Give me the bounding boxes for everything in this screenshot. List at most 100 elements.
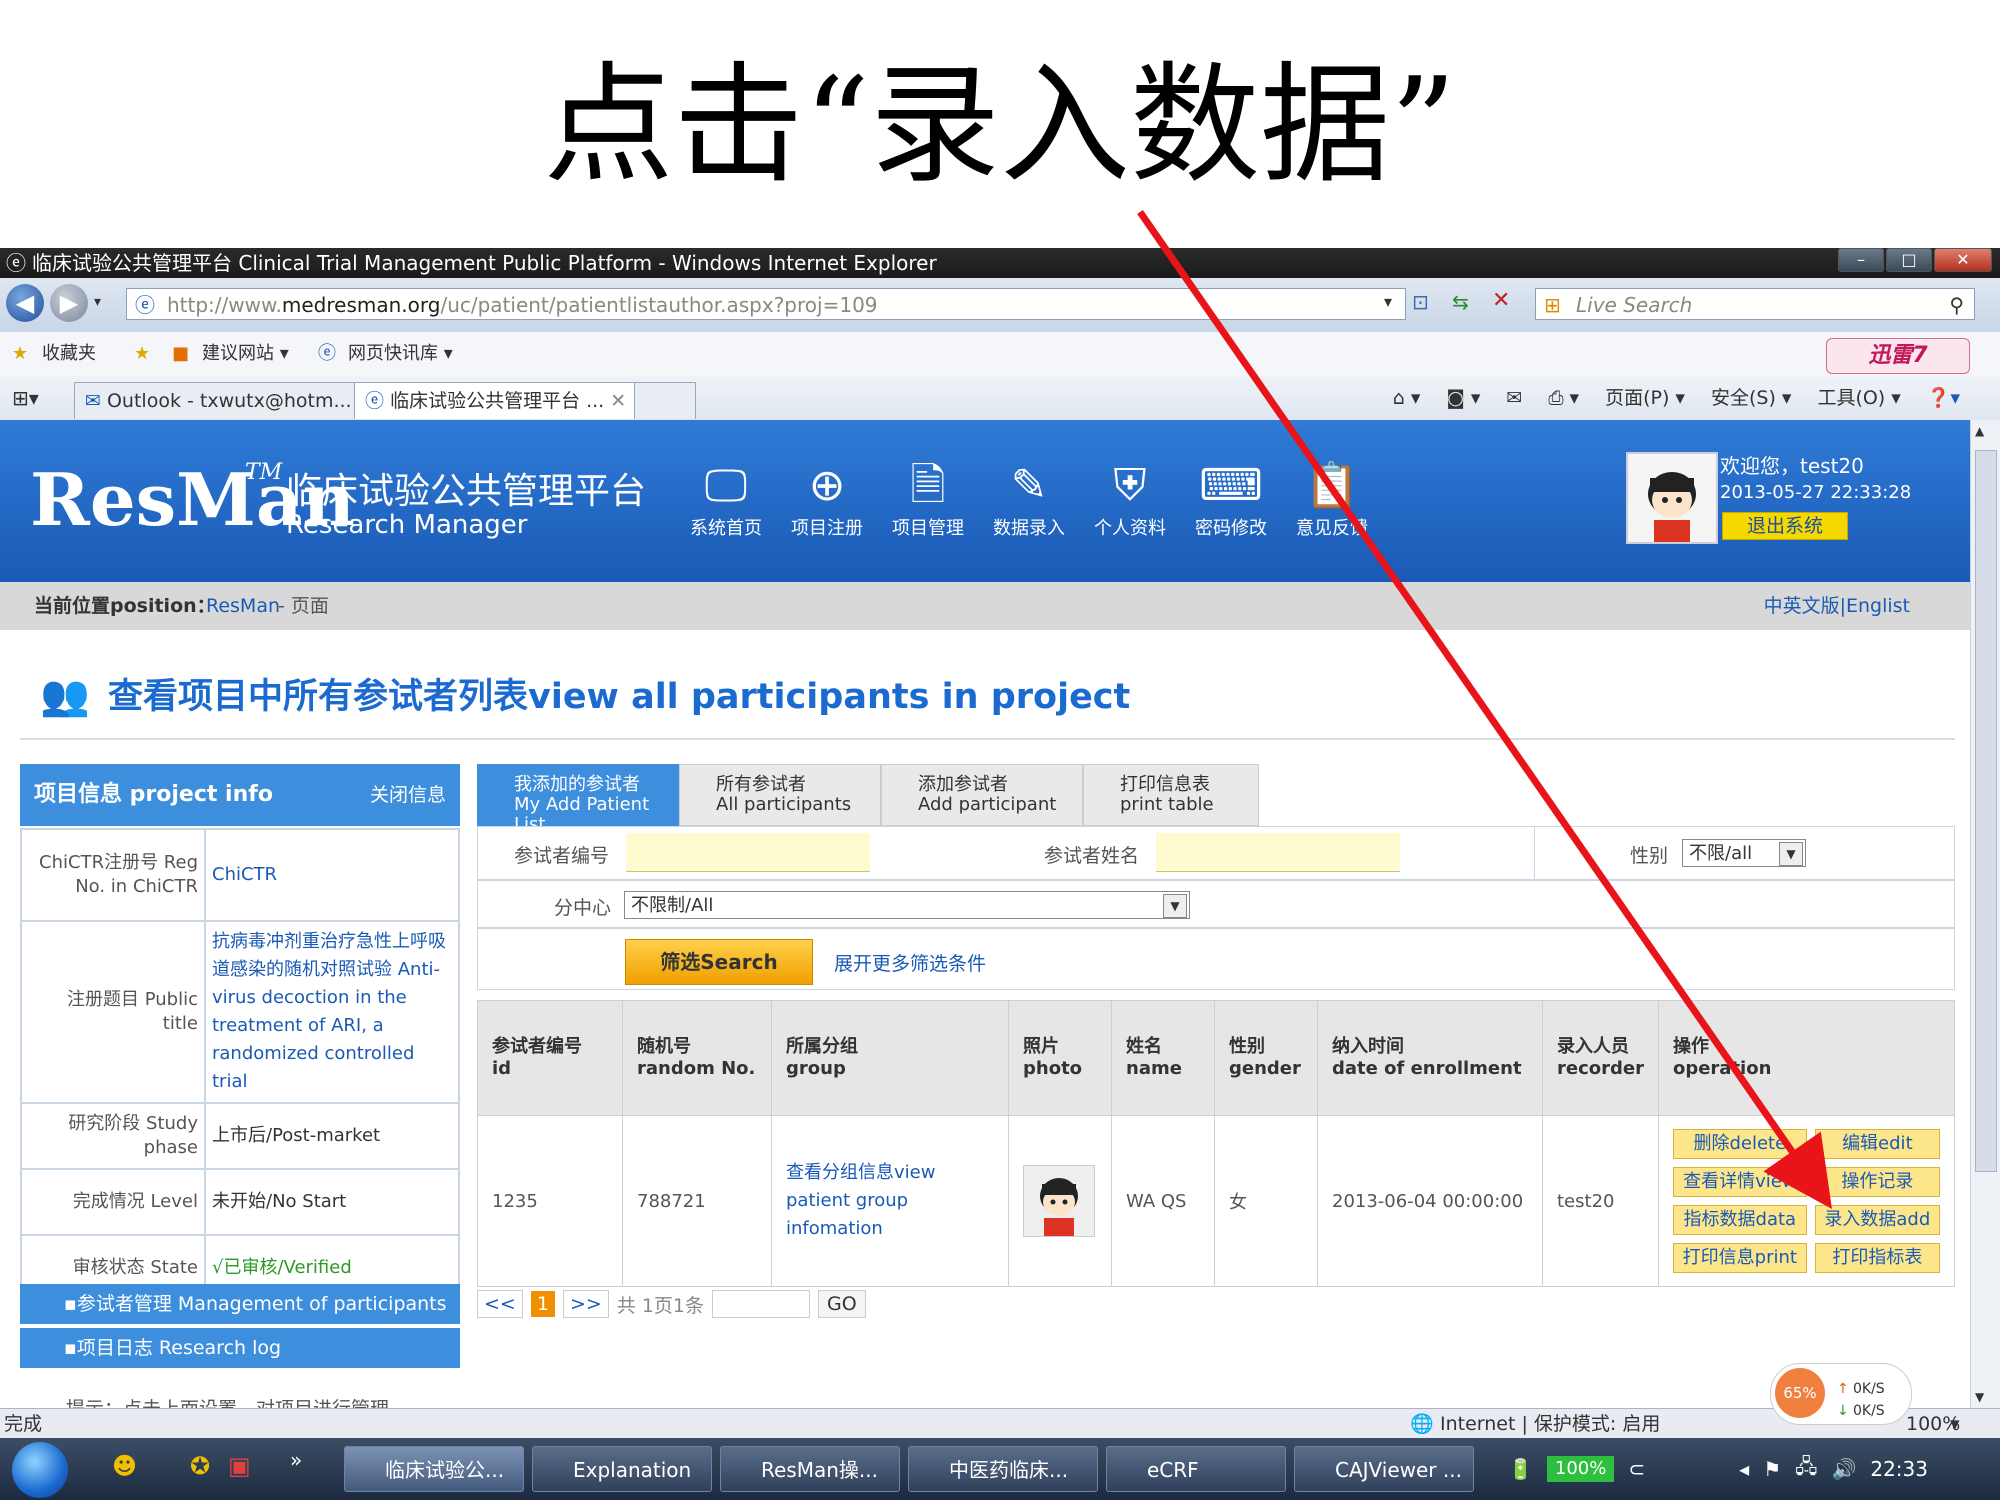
tools-menu[interactable]: 工具(O) ▾ xyxy=(1817,376,1900,420)
task-cajviewer[interactable]: CAJViewer ... xyxy=(1294,1446,1474,1492)
prev-page-button[interactable]: << xyxy=(477,1290,523,1318)
safety-menu[interactable]: 安全(S) ▾ xyxy=(1711,376,1791,420)
refresh-icon[interactable]: ⇆ xyxy=(1452,290,1469,314)
edit-button[interactable]: 编辑edit xyxy=(1814,1129,1940,1159)
scrollbar-thumb[interactable] xyxy=(1975,450,1997,1172)
maximize-button[interactable]: □ xyxy=(1886,248,1932,272)
help-icon[interactable]: ❓▾ xyxy=(1927,376,1960,420)
forward-button[interactable]: ▶ xyxy=(50,284,88,322)
info-value-link[interactable]: ChiCTR xyxy=(204,828,460,922)
nav-feedback[interactable]: 📋 意见反馈 xyxy=(1284,456,1380,542)
network-icon[interactable]: ⊂ xyxy=(1628,1457,1645,1481)
menu-participants[interactable]: ▪参试者管理 Management of participants xyxy=(20,1284,460,1324)
print-info-button[interactable]: 打印信息print xyxy=(1672,1243,1807,1273)
mail-icon[interactable]: ✉ xyxy=(1506,376,1522,420)
zoom-dropdown-icon[interactable]: ▾ xyxy=(1950,1409,1960,1439)
flag-icon[interactable]: ⚑ xyxy=(1763,1457,1781,1481)
tab-add-participant[interactable]: 添加参试者 Add participant xyxy=(881,764,1083,826)
quicklaunch-icon[interactable]: ☻ xyxy=(112,1452,137,1480)
task-ie[interactable]: 临床试验公... xyxy=(344,1446,524,1492)
info-value-link[interactable]: 抗病毒冲剂重治疗急性上呼吸道感染的随机对照试验 Anti-virus decoc… xyxy=(204,920,460,1104)
logout-button[interactable]: 退出系统 xyxy=(1722,512,1848,540)
tab-my-patients[interactable]: 我添加的参试者 My Add Patient List xyxy=(477,764,679,835)
feeds-icon[interactable]: ◙ ▾ xyxy=(1446,376,1480,420)
operation-log-button[interactable]: 操作记录 xyxy=(1814,1167,1940,1197)
web-slice-gallery-link[interactable]: 网页快讯库 ▾ xyxy=(348,332,453,376)
task-explanation[interactable]: Explanation xyxy=(532,1446,712,1492)
tab-en: Add participant xyxy=(918,794,1057,815)
print-indicator-button[interactable]: 打印指标表 xyxy=(1814,1243,1940,1273)
view-details-button[interactable]: 查看详情view xyxy=(1672,1167,1807,1197)
nav-profile[interactable]: ⛨ 个人资料 xyxy=(1082,456,1178,542)
menu-research-log[interactable]: ▪项目日志 Research log xyxy=(20,1328,460,1368)
nav-project-manage[interactable]: 🗎 项目管理 xyxy=(880,456,976,542)
close-tab-icon[interactable]: ✕ xyxy=(610,390,626,412)
col-date: 纳入时间 date of enrollment xyxy=(1317,1000,1543,1116)
page-menu[interactable]: 页面(P) ▾ xyxy=(1605,376,1685,420)
url-input[interactable]: ⓔ http://www.medresman.org/uc/patient/pa… xyxy=(126,288,1406,320)
tab-print-table[interactable]: 打印信息表 print table xyxy=(1083,764,1259,826)
suggested-sites-link[interactable]: 建议网站 ▾ xyxy=(202,332,289,376)
back-button[interactable]: ◀ xyxy=(6,284,44,322)
stop-icon[interactable]: ✕ xyxy=(1492,288,1510,313)
vertical-scrollbar[interactable]: ▲ ▼ xyxy=(1970,420,2000,1408)
live-search-input[interactable]: ⊞ Live Search ⚲ xyxy=(1535,288,1975,320)
tab-outlook[interactable]: ✉ Outlook - txwutx@hotm... xyxy=(74,382,366,419)
page-number-input[interactable] xyxy=(712,1290,810,1318)
center-select[interactable]: 不限制/All ▼ xyxy=(624,891,1190,919)
favorites-bar: ★ 收藏夹 ★ ■ 建议网站 ▾ ⓔ 网页快讯库 ▾ 迅雷7 xyxy=(0,332,2000,376)
filter-search-button[interactable]: 筛选Search xyxy=(625,939,813,985)
start-button[interactable] xyxy=(12,1442,68,1498)
close-info-link[interactable]: 关闭信息 xyxy=(370,764,446,826)
info-row-title: 注册题目 Public title 抗病毒冲剂重治疗急性上呼吸道感染的随机对照试… xyxy=(20,920,460,1104)
quicklaunch-icon[interactable]: ▣ xyxy=(228,1452,251,1480)
scroll-down-icon[interactable]: ▼ xyxy=(1975,1390,1984,1404)
tab-all-participants[interactable]: 所有参试者 All participants xyxy=(679,764,881,826)
language-switch[interactable]: 中英文版|Englist xyxy=(1764,582,1910,630)
next-page-button[interactable]: >> xyxy=(562,1290,609,1318)
task-tcm-pdf[interactable]: 中医药临床... xyxy=(908,1446,1098,1492)
tab-resman[interactable]: ⓔ 临床试验公共管理平台 ... ✕ xyxy=(354,382,646,419)
task-resman-ppt[interactable]: ResMan操... xyxy=(720,1446,900,1492)
delete-button[interactable]: 删除delete xyxy=(1672,1129,1807,1159)
minimize-button[interactable]: – xyxy=(1838,248,1884,272)
compat-view-icon[interactable]: ⊡ xyxy=(1412,290,1429,314)
nav-home[interactable]: 🖵 系统首页 xyxy=(678,456,774,542)
nav-project-register[interactable]: ⊕ 项目注册 xyxy=(779,456,875,542)
task-ecrf[interactable]: eCRF xyxy=(1106,1446,1286,1492)
volume-icon[interactable]: 🔊 xyxy=(1831,1457,1856,1481)
participant-id-input[interactable] xyxy=(626,833,870,872)
battery-icon[interactable]: 🔋 xyxy=(1508,1457,1533,1481)
print-icon[interactable]: ⎙ ▾ xyxy=(1548,376,1579,420)
url-dropdown-icon[interactable]: ▾ xyxy=(1384,292,1392,311)
connection-icon[interactable]: 🖧 xyxy=(1795,1452,1817,1486)
quick-tabs-icon[interactable]: ⊞▾ xyxy=(12,386,39,410)
history-dropdown-icon[interactable]: ▾ xyxy=(94,294,101,310)
more-quicklaunch-icon[interactable]: » xyxy=(290,1448,302,1472)
quicklaunch-icon[interactable]: ✪ xyxy=(190,1452,210,1480)
go-button[interactable]: GO xyxy=(818,1290,866,1318)
home-icon[interactable]: ⌂ ▾ xyxy=(1393,376,1421,420)
user-avatar xyxy=(1626,452,1718,544)
search-icon[interactable]: ⚲ xyxy=(1949,289,1964,321)
favorites-button[interactable]: 收藏夹 xyxy=(42,332,96,376)
new-tab-button[interactable] xyxy=(634,382,696,419)
add-favorite-icon[interactable]: ★ xyxy=(134,332,150,376)
breadcrumb-link[interactable]: ResMan xyxy=(206,582,280,630)
close-window-button[interactable]: ✕ xyxy=(1934,248,1992,272)
nav-password[interactable]: ⌨ 密码修改 xyxy=(1183,456,1279,542)
dropdown-arrow-icon: ▼ xyxy=(1163,894,1187,918)
more-filters-link[interactable]: 展开更多筛选条件 xyxy=(834,949,986,976)
indicator-data-button[interactable]: 指标数据data xyxy=(1672,1205,1807,1235)
filter-row-3: 筛选Search 展开更多筛选条件 xyxy=(477,928,1955,990)
participant-name-input[interactable] xyxy=(1156,833,1400,872)
nav-data-entry[interactable]: ✎ 数据录入 xyxy=(981,456,1077,542)
enter-data-button[interactable]: 录入数据add xyxy=(1814,1205,1940,1235)
nav-password-label: 密码修改 xyxy=(1195,518,1267,539)
tray-expand-icon[interactable]: ◂ xyxy=(1739,1457,1749,1481)
gender-select[interactable]: 不限/all ▼ xyxy=(1682,839,1806,867)
scroll-up-icon[interactable]: ▲ xyxy=(1975,424,1984,438)
cell-group-link[interactable]: 查看分组信息view patient group infomation xyxy=(771,1115,1009,1287)
current-page[interactable]: 1 xyxy=(530,1291,555,1317)
xunlei-button[interactable]: 迅雷7 xyxy=(1826,338,1970,374)
